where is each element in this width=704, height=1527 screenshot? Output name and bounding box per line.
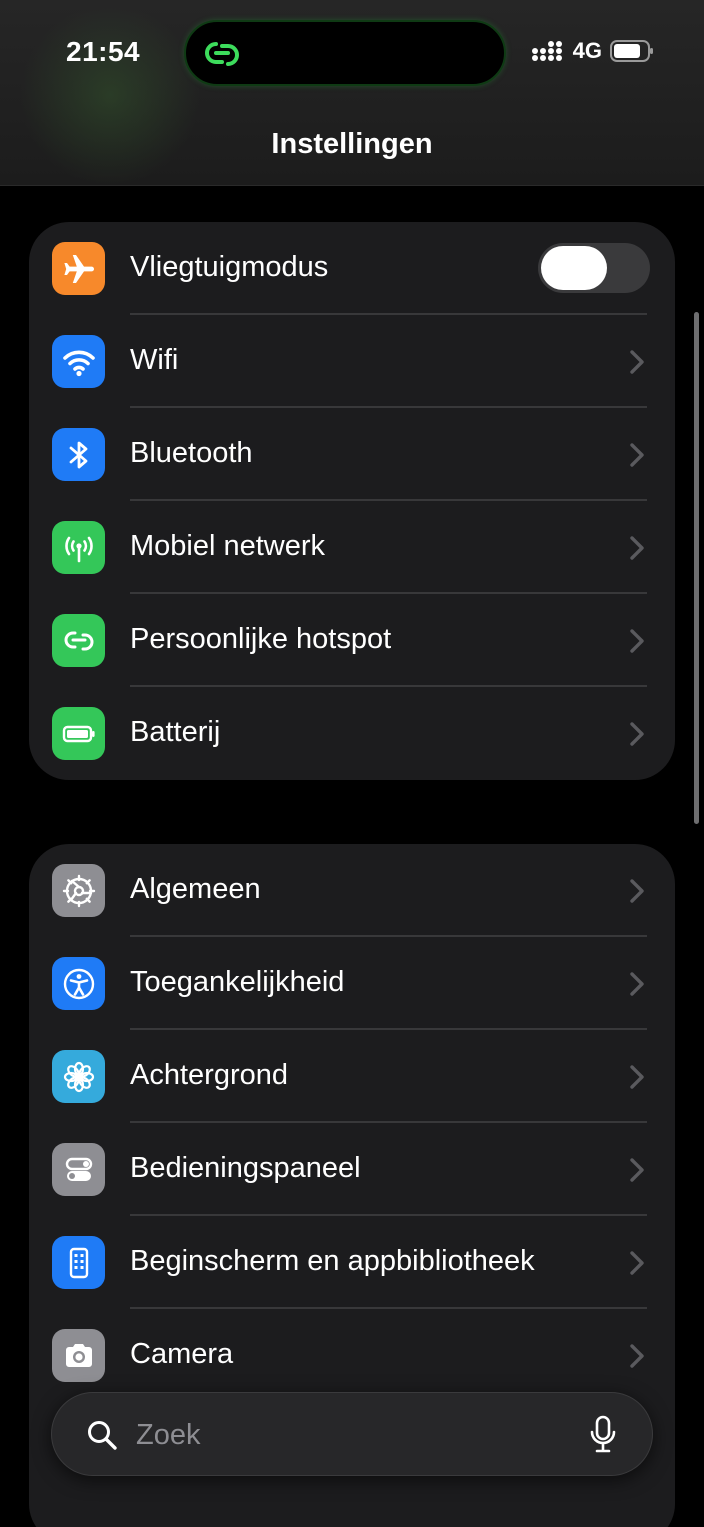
airplane-icon — [52, 242, 105, 295]
settings-row-vliegtuigmodus[interactable]: Vliegtuigmodus — [29, 222, 675, 315]
connectivity-group: Vliegtuigmodus Wifi Bluetooth Mobiel net… — [29, 222, 675, 780]
row-label: Algemeen — [130, 873, 261, 905]
toggles-icon — [52, 1143, 105, 1196]
search-bar[interactable]: Zoek — [51, 1392, 653, 1476]
toggle-knob — [541, 246, 607, 290]
chevron-right-icon — [630, 722, 644, 746]
camera-icon — [52, 1329, 105, 1382]
flower-icon — [52, 1050, 105, 1103]
chevron-right-icon — [630, 879, 644, 903]
row-label: Toegankelijkheid — [130, 966, 345, 998]
phone-grid-icon — [52, 1236, 105, 1289]
chevron-right-icon — [630, 536, 644, 560]
settings-row-bluetooth[interactable]: Bluetooth — [29, 408, 675, 501]
chevron-right-icon — [630, 629, 644, 653]
row-label: Vliegtuigmodus — [130, 251, 329, 283]
row-label: Batterij — [130, 716, 221, 748]
row-label: Achtergrond — [130, 1059, 288, 1091]
settings-row-batterij[interactable]: Batterij — [29, 687, 675, 780]
battery-status-icon — [610, 40, 653, 62]
airplane-mode-toggle[interactable] — [538, 243, 650, 293]
row-label: Beginscherm en appbibliotheek — [130, 1245, 535, 1277]
battery-icon — [52, 707, 105, 760]
network-type: 4G — [572, 38, 602, 63]
bluetooth-icon — [52, 428, 105, 481]
chevron-right-icon — [630, 443, 644, 467]
wifi-icon — [52, 335, 105, 388]
chain-link-icon — [52, 614, 105, 667]
chevron-right-icon — [630, 1158, 644, 1182]
chevron-right-icon — [630, 1251, 644, 1275]
settings-row-wifi[interactable]: Wifi — [29, 315, 675, 408]
row-label: Camera — [130, 1338, 234, 1370]
settings-row-bedieningspaneel[interactable]: Bedieningspaneel — [29, 1123, 675, 1216]
settings-screen: 21:54 4G Instellingen Vliegtuigmodus Wif… — [0, 0, 704, 1527]
settings-row-toegankelijkheid[interactable]: Toegankelijkheid — [29, 937, 675, 1030]
signal-icon — [531, 41, 562, 61]
page-title: Instellingen — [271, 128, 433, 160]
accessibility-icon — [52, 957, 105, 1010]
hotspot-link-icon — [205, 42, 239, 66]
settings-row-camera[interactable]: Camera — [29, 1309, 675, 1402]
dynamic-island[interactable] — [184, 20, 506, 86]
scrollbar[interactable] — [694, 312, 699, 824]
row-label: Persoonlijke hotspot — [130, 623, 392, 655]
row-label: Wifi — [130, 344, 179, 376]
chevron-right-icon — [630, 350, 644, 374]
gear-icon — [52, 864, 105, 917]
settings-row-beginscherm[interactable]: Beginscherm en appbibliotheek — [29, 1216, 675, 1309]
antenna-icon — [52, 521, 105, 574]
status-time: 21:54 — [66, 36, 141, 67]
header: 21:54 4G Instellingen — [0, 0, 704, 186]
settings-row-persoonlijke-hotspot[interactable]: Persoonlijke hotspot — [29, 594, 675, 687]
settings-row-achtergrond[interactable]: Achtergrond — [29, 1030, 675, 1123]
search-input[interactable]: Zoek — [136, 1419, 200, 1452]
status-right: 4G — [531, 38, 654, 64]
microphone-icon[interactable] — [590, 1415, 616, 1453]
search-icon — [88, 1421, 117, 1450]
settings-row-mobiel-netwerk[interactable]: Mobiel netwerk — [29, 501, 675, 594]
row-label: Bluetooth — [130, 437, 253, 469]
chevron-right-icon — [630, 1344, 644, 1368]
chevron-right-icon — [630, 1065, 644, 1089]
row-label: Bedieningspaneel — [130, 1152, 361, 1184]
chevron-right-icon — [630, 972, 644, 996]
row-label: Mobiel netwerk — [130, 530, 326, 562]
settings-row-algemeen[interactable]: Algemeen — [29, 844, 675, 937]
